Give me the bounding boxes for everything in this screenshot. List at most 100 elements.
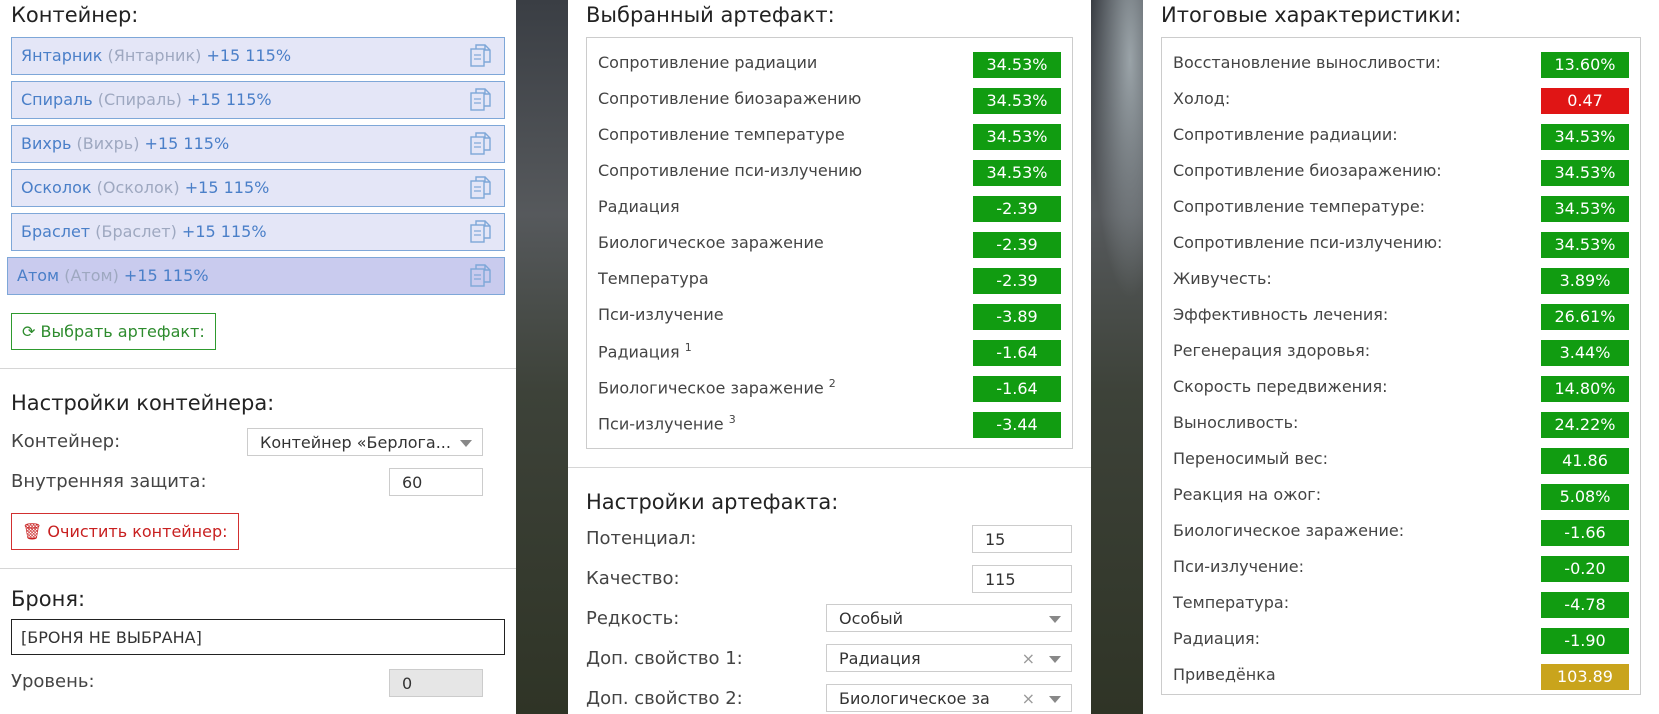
extra1-row: Доп. свойство 1: Радиация × xyxy=(586,642,1073,682)
item-bonus: +15 115% xyxy=(123,266,209,285)
stat-value: 14.80% xyxy=(1541,376,1629,402)
item-name: Спираль xyxy=(21,90,93,109)
stat-value: 34.53% xyxy=(973,52,1061,78)
stat-name: Пси-излучение 3 xyxy=(598,413,736,434)
stat-value: 34.53% xyxy=(1541,196,1629,222)
stat-row: Сопротивление радиации 34.53% xyxy=(598,46,1061,82)
copy-icon[interactable] xyxy=(470,44,492,68)
copy-icon[interactable] xyxy=(470,176,492,200)
extra1-select[interactable]: Радиация × xyxy=(826,644,1072,672)
clear-container-button[interactable]: 🗑 Очистить контейнер: xyxy=(11,513,239,550)
stat-row: Реакция на ожог: 5.08% xyxy=(1173,478,1629,514)
totals-stats-box: Восстановление выносливости: 13.60% Холод:… xyxy=(1161,37,1641,695)
extra2-select-value: Биологическое за xyxy=(839,689,990,708)
copy-icon[interactable] xyxy=(470,132,492,156)
stat-name: Сопротивление радиации xyxy=(598,53,818,72)
stat-row: Биологическое заражение 2 -1.64 xyxy=(598,370,1061,406)
stat-name: Биологическое заражение xyxy=(598,233,824,252)
stat-name: Радиация: xyxy=(1173,629,1261,648)
copy-icon[interactable] xyxy=(470,264,492,288)
middle-panel: Выбранный артефакт: Сопротивление радиац… xyxy=(568,0,1091,714)
refresh-icon: ⟳ xyxy=(22,322,36,341)
chevron-down-icon xyxy=(1049,696,1061,703)
totals-section: Итоговые характеристики: Восстановление … xyxy=(1143,0,1659,695)
stat-row: Холод: 0.47 xyxy=(1173,82,1629,118)
stat-name: Эффективность лечения: xyxy=(1173,305,1389,324)
stat-row: Радиация: -1.90 xyxy=(1173,622,1629,658)
container-item[interactable]: Янтарник (Янтарник) +15 115% xyxy=(11,37,505,75)
item-bonus: +15 115% xyxy=(144,134,230,153)
stat-row: Биологическое заражение: -1.66 xyxy=(1173,514,1629,550)
stat-value: -1.64 xyxy=(973,376,1061,402)
stat-row: Восстановление выносливости: 13.60% xyxy=(1173,46,1629,82)
stat-row: Переносимый вес: 41.86 xyxy=(1173,442,1629,478)
container-item[interactable]: Вихрь (Вихрь) +15 115% xyxy=(11,125,505,163)
artifact-settings-title: Настройки артефакта: xyxy=(586,490,839,514)
stat-name: Температура: xyxy=(1173,593,1290,612)
container-label: Контейнер: xyxy=(11,431,121,452)
stat-name: Приведёнка xyxy=(1173,665,1276,684)
protection-input[interactable]: 60 xyxy=(389,468,483,496)
stat-name: Сопротивление биозаражению: xyxy=(1173,161,1442,180)
container-item[interactable]: Атом (Атом) +15 115% xyxy=(7,257,505,295)
clear-x-icon[interactable]: × xyxy=(1022,685,1035,713)
stat-value: -3.44 xyxy=(973,412,1061,438)
stat-row: Эффективность лечения: 26.61% xyxy=(1173,298,1629,334)
extra1-select-value: Радиация xyxy=(839,649,921,668)
stat-value: 3.89% xyxy=(1541,268,1629,294)
stat-value: 103.89 xyxy=(1541,664,1629,690)
container-item[interactable]: Спираль (Спираль) +15 115% xyxy=(11,81,505,119)
container-item[interactable]: Осколок (Осколок) +15 115% xyxy=(11,169,505,207)
rarity-select[interactable]: Особый xyxy=(826,604,1072,632)
container-section: Контейнер: Янтарник (Янтарник) +15 115% С… xyxy=(0,0,516,369)
stat-row: Сопротивление температуре: 34.53% xyxy=(1173,190,1629,226)
stat-row: Сопротивление пси-излучению: 34.53% xyxy=(1173,226,1629,262)
stat-row: Сопротивление биозаражению 34.53% xyxy=(598,82,1061,118)
choose-artifact-label: Выбрать артефакт: xyxy=(40,322,205,341)
stat-name: Пси-излучение xyxy=(598,305,724,324)
choose-artifact-button[interactable]: ⟳ Выбрать артефакт: xyxy=(11,313,216,350)
protection-label: Внутренняя защита: xyxy=(11,471,207,492)
stat-value: 34.53% xyxy=(1541,160,1629,186)
stat-value: -2.39 xyxy=(973,232,1061,258)
stat-row: Выносливость: 24.22% xyxy=(1173,406,1629,442)
stat-value: 34.53% xyxy=(1541,124,1629,150)
stat-value: 34.53% xyxy=(973,124,1061,150)
stat-value: -2.39 xyxy=(973,268,1061,294)
copy-icon[interactable] xyxy=(470,88,492,112)
stat-value: -1.66 xyxy=(1541,520,1629,546)
clear-x-icon[interactable]: × xyxy=(1022,645,1035,673)
item-name: Браслет xyxy=(21,222,91,241)
container-select[interactable]: Контейнер «Берлога... xyxy=(247,428,483,456)
quality-input[interactable]: 115 xyxy=(972,565,1072,593)
stat-name: Живучесть: xyxy=(1173,269,1272,288)
stat-name: Сопротивление радиации: xyxy=(1173,125,1398,144)
container-settings-section: Настройки контейнера: Контейнер: Контейн… xyxy=(0,369,516,569)
extra2-select[interactable]: Биологическое за × xyxy=(826,684,1072,712)
potential-input[interactable]: 15 xyxy=(972,525,1072,553)
container-select-value: Контейнер «Берлога... xyxy=(260,433,451,452)
stat-row: Биологическое заражение -2.39 xyxy=(598,226,1061,262)
quality-row: Качество: 115 xyxy=(586,562,1073,602)
level-input[interactable]: 0 xyxy=(389,669,483,697)
totals-title: Итоговые характеристики: xyxy=(1161,3,1462,27)
stat-name: Сопротивление пси-излучению: xyxy=(1173,233,1443,252)
stat-name: Радиация xyxy=(598,197,680,216)
item-original: (Атом) xyxy=(64,266,119,285)
stat-name: Выносливость: xyxy=(1173,413,1299,432)
item-bonus: +15 115% xyxy=(186,90,272,109)
stat-value: 34.53% xyxy=(973,88,1061,114)
stat-value: 3.44% xyxy=(1541,340,1629,366)
potential-label: Потенциал: xyxy=(586,528,697,549)
copy-icon[interactable] xyxy=(470,220,492,244)
rarity-select-value: Особый xyxy=(839,609,904,628)
stat-name: Пси-излучение: xyxy=(1173,557,1304,576)
item-name: Янтарник xyxy=(21,46,103,65)
container-item[interactable]: Браслет (Браслет) +15 115% xyxy=(11,213,505,251)
stat-footnote: 2 xyxy=(828,377,836,390)
armor-title: Броня: xyxy=(11,587,86,611)
armor-select[interactable]: [БРОНЯ НЕ ВЫБРАНА] xyxy=(11,619,505,655)
stat-row: Регенерация здоровья: 3.44% xyxy=(1173,334,1629,370)
container-title: Контейнер: xyxy=(11,3,139,27)
stat-row: Сопротивление пси-излучению 34.53% xyxy=(598,154,1061,190)
